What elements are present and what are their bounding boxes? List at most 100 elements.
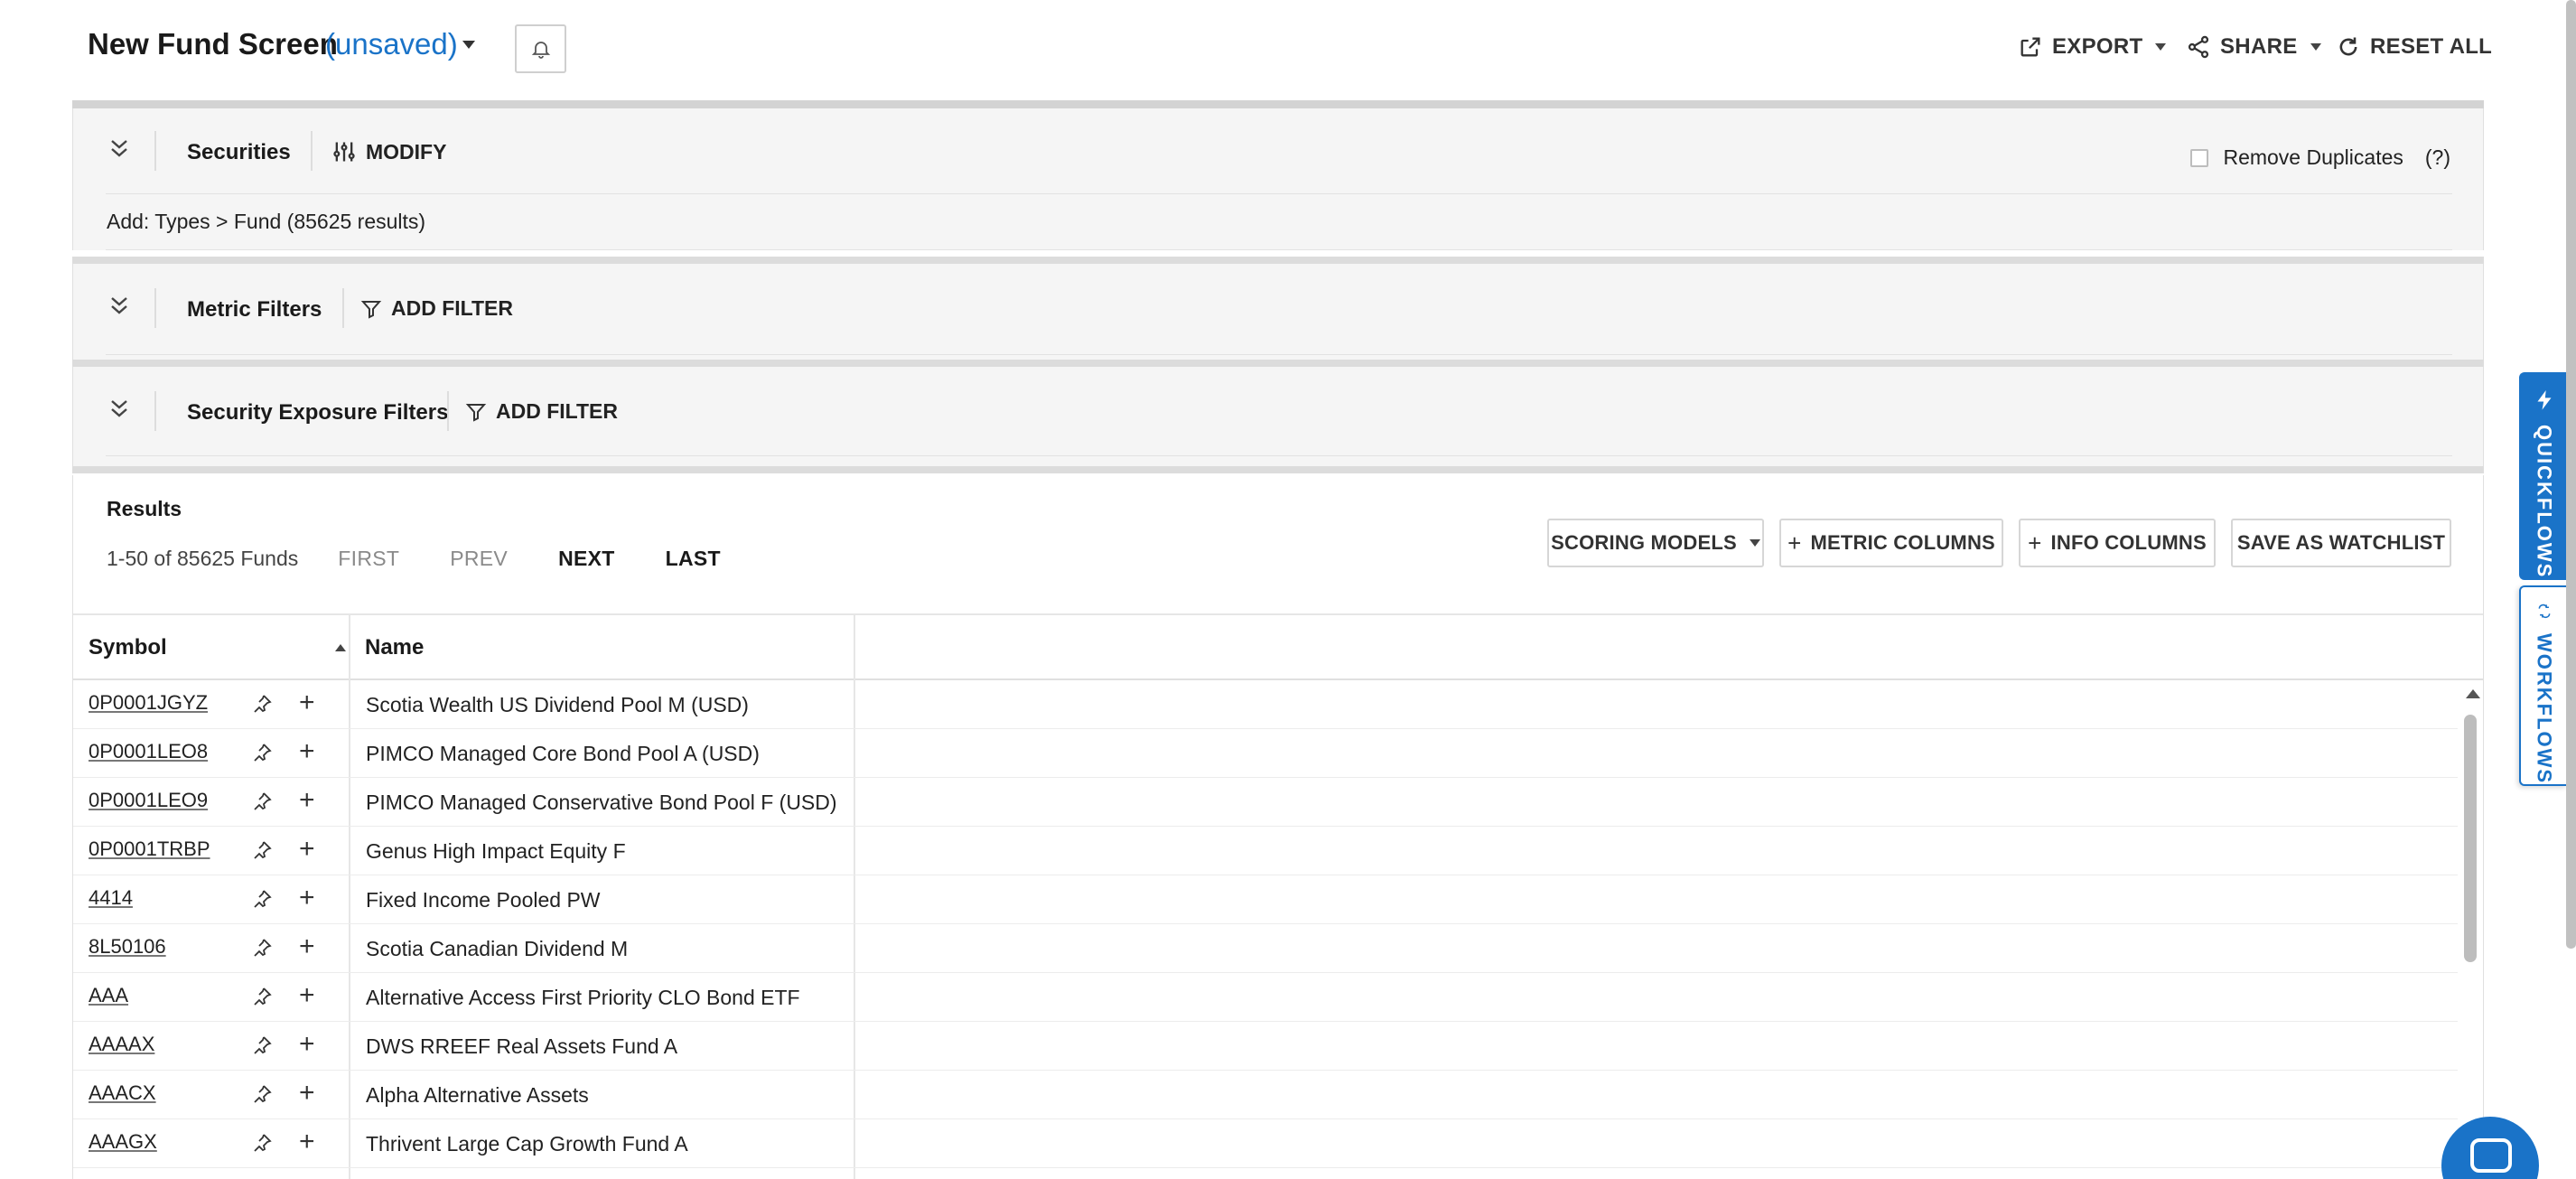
- sort-ascending-icon[interactable]: [335, 644, 346, 651]
- pin-icon[interactable]: [251, 1034, 273, 1056]
- table-row[interactable]: 0P0001LEO9 + PIMCO Managed Conservative …: [73, 778, 2458, 827]
- results-title: Results: [107, 497, 182, 520]
- symbol-link[interactable]: AAAGX: [89, 1130, 157, 1154]
- pin-icon[interactable]: [251, 986, 273, 1007]
- info-columns-label: INFO COLUMNS: [2050, 531, 2207, 554]
- share-button[interactable]: SHARE: [2186, 34, 2321, 60]
- add-icon[interactable]: +: [299, 689, 315, 716]
- plus-icon: +: [1787, 529, 1802, 557]
- add-metric-filter-button[interactable]: ADD FILTER: [360, 296, 513, 321]
- fund-name: Genus High Impact Equity F: [366, 839, 626, 863]
- help-link[interactable]: (?): [2425, 145, 2450, 170]
- prev-page-button[interactable]: PREV: [450, 547, 508, 571]
- fund-name: Alternative Access First Priority CLO Bo…: [366, 986, 800, 1009]
- remove-duplicates-option: Remove Duplicates (?): [2190, 145, 2450, 170]
- quickflows-tab[interactable]: QUICKFLOWS: [2519, 372, 2567, 580]
- symbol-link[interactable]: 0P0001TRBP: [89, 837, 210, 861]
- divider: [154, 288, 156, 328]
- table-row[interactable]: AAAGX + Thrivent Large Cap Growth Fund A: [73, 1119, 2458, 1168]
- scroll-up-arrow-icon[interactable]: [2466, 689, 2480, 698]
- table-scrollbar-thumb[interactable]: [2464, 715, 2477, 962]
- reset-all-label: RESET ALL: [2370, 34, 2493, 59]
- alerts-bell-button[interactable]: [515, 24, 566, 73]
- table-row[interactable]: 0P0001TRBP + Genus High Impact Equity F: [73, 827, 2458, 875]
- pin-icon[interactable]: [251, 888, 273, 910]
- collapse-chevron-icon[interactable]: [107, 136, 131, 163]
- chat-bubble-icon: [2470, 1138, 2512, 1173]
- fund-name: Scotia Canadian Dividend M: [366, 937, 629, 960]
- table-row[interactable]: 0P0001JGYZ + Scotia Wealth US Dividend P…: [73, 680, 2458, 729]
- filter-icon: [465, 403, 487, 422]
- fund-name: Fixed Income Pooled PW: [366, 888, 601, 912]
- pin-icon[interactable]: [251, 839, 273, 861]
- symbol-link[interactable]: AAAAX: [89, 1033, 154, 1056]
- pin-icon[interactable]: [251, 937, 273, 959]
- table-row[interactable]: AAAAX + DWS RREEF Real Assets Fund A: [73, 1022, 2458, 1071]
- pin-icon[interactable]: [251, 1083, 273, 1105]
- page-title: New Fund Screen: [88, 27, 338, 61]
- table-header: Symbol Name: [73, 613, 2483, 680]
- unsaved-status[interactable]: (unsaved): [325, 27, 458, 61]
- pin-icon[interactable]: [251, 791, 273, 812]
- symbol-link[interactable]: 0P0001LEO8: [89, 740, 208, 763]
- add-exposure-filter-button[interactable]: ADD FILTER: [465, 399, 618, 424]
- title-dropdown-icon[interactable]: [462, 41, 475, 49]
- add-icon[interactable]: +: [299, 1031, 315, 1058]
- pin-icon[interactable]: [251, 742, 273, 763]
- first-page-button[interactable]: FIRST: [338, 547, 399, 571]
- column-header-name[interactable]: Name: [365, 615, 424, 680]
- symbol-link[interactable]: 0P0001JGYZ: [89, 691, 208, 715]
- column-divider: [349, 615, 350, 680]
- securities-panel: Securities MODIFY Remove Duplicates (?) …: [72, 108, 2484, 250]
- scoring-models-button[interactable]: SCORING MODELS: [1547, 519, 1764, 567]
- divider: [342, 288, 344, 328]
- collapse-chevron-icon[interactable]: [107, 293, 131, 320]
- metric-columns-button[interactable]: + METRIC COLUMNS: [1779, 519, 2003, 567]
- add-icon[interactable]: +: [299, 982, 315, 1009]
- column-header-symbol[interactable]: Symbol: [89, 615, 350, 680]
- add-filter-label: ADD FILTER: [391, 296, 514, 320]
- symbol-link[interactable]: AAA: [89, 984, 128, 1007]
- table-row[interactable]: 8L50106 + Scotia Canadian Dividend M: [73, 924, 2458, 973]
- scoring-models-caret-icon: [1749, 539, 1760, 547]
- collapse-chevron-icon[interactable]: [107, 396, 131, 423]
- symbol-link[interactable]: 0P0001LEO9: [89, 789, 208, 812]
- table-row[interactable]: AAACX + Alpha Alternative Assets: [73, 1071, 2458, 1119]
- page-scrollbar[interactable]: [2566, 0, 2576, 949]
- reset-all-button[interactable]: RESET ALL: [2336, 34, 2492, 60]
- add-icon[interactable]: +: [299, 787, 315, 814]
- table-row[interactable]: 4414 + Fixed Income Pooled PW: [73, 875, 2458, 924]
- panel-top-divider: [72, 100, 2484, 108]
- divider: [106, 455, 2452, 456]
- pin-icon[interactable]: [251, 1132, 273, 1154]
- table-row[interactable]: AAA + Alternative Access First Priority …: [73, 973, 2458, 1022]
- table-row[interactable]: 0P0001LEO8 + PIMCO Managed Core Bond Poo…: [73, 729, 2458, 778]
- pin-icon[interactable]: [251, 693, 273, 715]
- symbol-link[interactable]: 4414: [89, 886, 133, 910]
- save-as-watchlist-label: SAVE AS WATCHLIST: [2236, 531, 2446, 554]
- share-icon: [2188, 35, 2209, 59]
- scoring-models-label: SCORING MODELS: [1551, 531, 1737, 554]
- metric-filters-label: Metric Filters: [187, 297, 322, 322]
- remove-duplicates-label: Remove Duplicates: [2223, 145, 2403, 169]
- fund-name: Alpha Alternative Assets: [366, 1083, 589, 1107]
- plus-icon: +: [2028, 529, 2042, 557]
- last-page-button[interactable]: LAST: [666, 547, 721, 571]
- next-page-button[interactable]: NEXT: [558, 547, 615, 571]
- workflows-tab[interactable]: WORKFLOWS: [2519, 585, 2567, 786]
- column-divider: [854, 615, 855, 680]
- add-icon[interactable]: +: [299, 738, 315, 765]
- remove-duplicates-checkbox[interactable]: [2190, 148, 2209, 167]
- add-icon[interactable]: +: [299, 933, 315, 960]
- export-button[interactable]: EXPORT: [2018, 34, 2167, 60]
- symbol-link[interactable]: 8L50106: [89, 935, 166, 959]
- symbol-link[interactable]: AAACX: [89, 1081, 156, 1105]
- add-icon[interactable]: +: [299, 836, 315, 863]
- add-icon[interactable]: +: [299, 884, 315, 912]
- modify-button[interactable]: MODIFY: [331, 139, 446, 164]
- add-icon[interactable]: +: [299, 1128, 315, 1156]
- add-icon[interactable]: +: [299, 1080, 315, 1107]
- fund-name: DWS RREEF Real Assets Fund A: [366, 1034, 678, 1058]
- info-columns-button[interactable]: + INFO COLUMNS: [2019, 519, 2216, 567]
- save-as-watchlist-button[interactable]: SAVE AS WATCHLIST: [2231, 519, 2451, 567]
